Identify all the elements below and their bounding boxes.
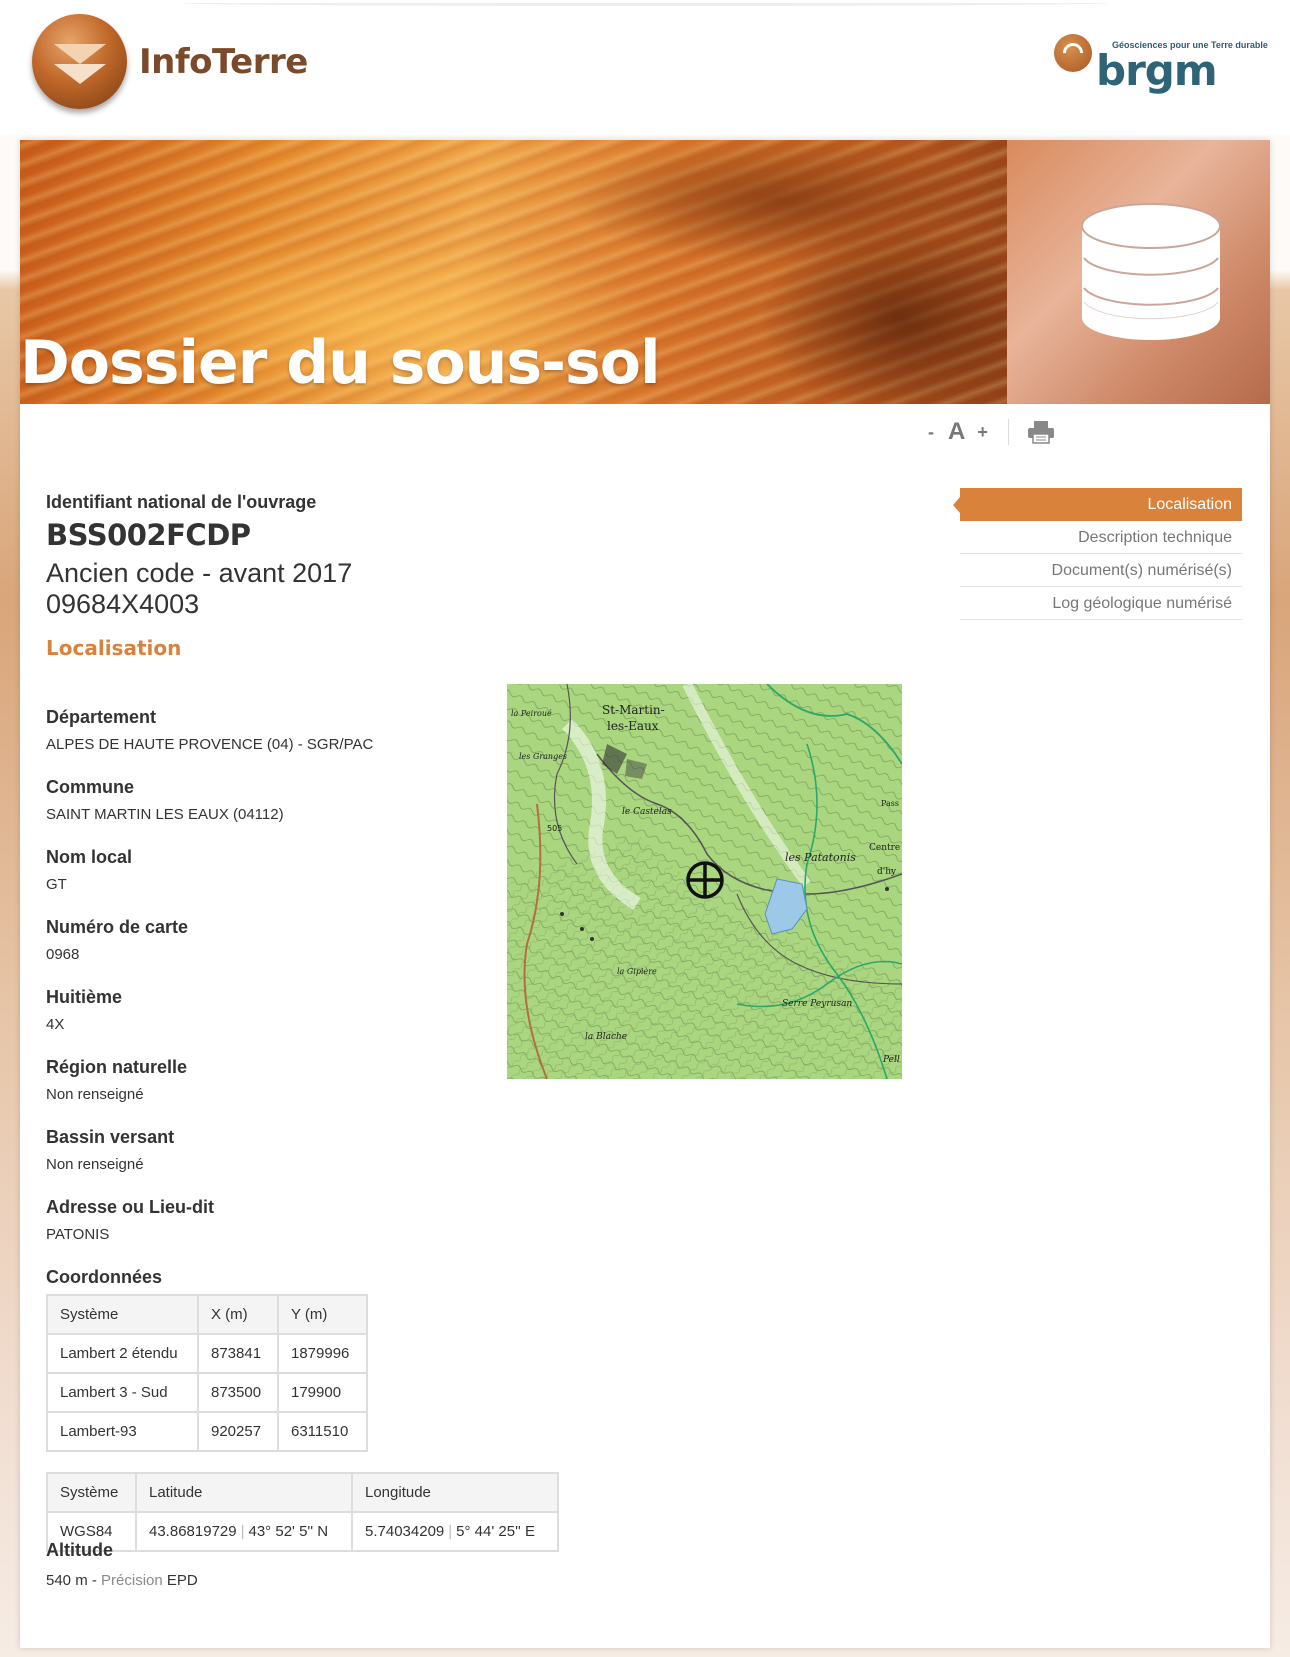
old-code-value: 09684X4003: [46, 589, 200, 619]
nav-item-localisation[interactable]: Localisation: [953, 488, 1242, 521]
location-map[interactable]: St-Martin- les-Eaux la Peiroué les Grang…: [507, 684, 902, 1079]
table-row: Lambert-93 920257 6311510: [46, 1411, 368, 1452]
location-marker-icon: [686, 861, 724, 899]
table-row: Lambert 2 étendu 873841 1879996: [46, 1333, 368, 1374]
ouvrage-id-value: BSS002FCDP: [46, 518, 251, 552]
map-label-dhy: d'hy: [877, 867, 897, 877]
map-label-granges: les Granges: [519, 752, 567, 761]
decrease-font-button[interactable]: -: [928, 422, 934, 443]
brgm-logo-text: brgm: [1096, 46, 1218, 95]
field-value-bassin-versant: Non renseigné: [46, 1156, 144, 1173]
field-label-adresse: Adresse ou Lieu-dit: [46, 1197, 215, 1217]
header-arc-decoration: [180, 0, 1110, 6]
precision-value: EPD: [166, 1572, 198, 1589]
map-label-gipiere: la Gipière: [617, 967, 657, 976]
infoterre-logo-icon: [32, 14, 127, 109]
table-cell: 6311510: [277, 1411, 368, 1452]
toolbar: - A +: [928, 414, 1055, 450]
map-label-st-martin: St-Martin-: [602, 703, 665, 717]
altitude-label: Altitude: [46, 1540, 113, 1560]
table-row: WGS84 43.86819729 | 43° 52' 5'' N 5.740342…: [46, 1511, 559, 1552]
field-value-nom-local: GT: [46, 876, 67, 893]
table-header: Latitude: [135, 1472, 353, 1513]
precision-label: Précision: [101, 1572, 163, 1589]
table-header: Système: [46, 1294, 199, 1335]
table-header: Système: [46, 1472, 137, 1513]
fields-list: Département ALPES DE HAUTE PROVENCE (04)…: [46, 702, 486, 1292]
ouvrage-id-label: Identifiant national de l'ouvrage: [46, 492, 317, 512]
table-header-row: Système Latitude Longitude: [46, 1472, 559, 1513]
map-label-peiroue: la Peiroué: [511, 709, 552, 718]
altitude-separator: -: [87, 1572, 102, 1589]
map-label-505: 505: [547, 824, 562, 833]
table-cell: 1879996: [277, 1333, 368, 1374]
nav-item-description-technique[interactable]: Description technique: [960, 521, 1242, 554]
table-cell: 873500: [197, 1372, 279, 1413]
map-label-castelas: le Castelas: [622, 807, 672, 817]
table-cell: 920257: [197, 1411, 279, 1452]
side-nav: Localisation Description technique Docum…: [953, 488, 1242, 620]
map-label-les-eaux: les-Eaux: [607, 719, 659, 733]
table-header: X (m): [197, 1294, 279, 1335]
brgm-logo[interactable]: Géosciences pour une Terre durable brgm: [1052, 30, 1268, 105]
longitude-decimal: 5.74034209: [365, 1523, 445, 1540]
table-header-row: Système X (m) Y (m): [46, 1294, 368, 1335]
field-label-coordonnees: Coordonnées: [46, 1267, 163, 1287]
table-header: Longitude: [351, 1472, 559, 1513]
map-label-blache: la Blache: [585, 1032, 627, 1042]
table-cell: Lambert-93: [46, 1411, 199, 1452]
section-heading: Localisation: [46, 636, 182, 660]
value-separator: |: [240, 1523, 245, 1540]
nav-item-documents-numerises[interactable]: Document(s) numérisé(s): [960, 554, 1242, 587]
table-row: Lambert 3 - Sud 873500 179900: [46, 1372, 368, 1413]
field-value-commune: SAINT MARTIN LES EAUX (04112): [46, 806, 284, 823]
field-label-commune: Commune: [46, 777, 135, 797]
map-label-serre: Serre Peyrusan: [782, 999, 852, 1009]
database-icon: [1081, 203, 1221, 340]
table-cell: 179900: [277, 1372, 368, 1413]
latitude-decimal: 43.86819729: [149, 1523, 237, 1540]
field-value-huitieme: 4X: [46, 1016, 65, 1033]
value-separator: |: [448, 1523, 453, 1540]
field-value-numero-carte: 0968: [46, 946, 80, 963]
banner: Dossier du sous-sol: [20, 140, 1270, 404]
coords-table: Système X (m) Y (m) Lambert 2 étendu 873…: [46, 1294, 368, 1452]
field-label-departement: Département: [46, 707, 157, 727]
field-value-adresse: PATONIS: [46, 1226, 110, 1243]
font-size-icon: A: [948, 418, 966, 445]
infoterre-logo-text: InfoTerre: [139, 41, 308, 82]
print-icon[interactable]: [1027, 420, 1055, 444]
increase-font-button[interactable]: +: [977, 422, 988, 443]
altitude-value-line: 540 m - Précision EPD: [46, 1572, 198, 1589]
field-label-numero-carte: Numéro de carte: [46, 917, 189, 937]
main-card: Dossier du sous-sol - A + Identifiant na…: [20, 140, 1270, 1648]
wgs-table: Système Latitude Longitude WGS84 43.8681…: [46, 1472, 559, 1552]
site-header: InfoTerre Géosciences pour une Terre dur…: [0, 0, 1290, 135]
table-cell: 873841: [197, 1333, 279, 1374]
map-label-pell: Pell: [882, 1055, 900, 1065]
field-value-region-naturelle: Non renseigné: [46, 1086, 144, 1103]
page-title: Dossier du sous-sol: [20, 328, 661, 398]
field-label-bassin-versant: Bassin versant: [46, 1127, 175, 1147]
latitude-cell: 43.86819729 | 43° 52' 5'' N: [135, 1511, 353, 1552]
toolbar-divider: [1007, 419, 1009, 445]
infoterre-logo[interactable]: InfoTerre: [32, 14, 308, 109]
table-cell: Lambert 2 étendu: [46, 1333, 199, 1374]
altitude-value: 540 m: [46, 1572, 88, 1589]
longitude-cell: 5.74034209 | 5° 44' 25'' E: [351, 1511, 559, 1552]
field-value-departement: ALPES DE HAUTE PROVENCE (04) - SGR/PAC: [46, 736, 374, 753]
map-label-patatonis: les Patatonis: [785, 851, 856, 864]
old-code-label: Ancien code - avant 2017: [46, 558, 353, 588]
map-label-pass: Pass: [881, 799, 899, 808]
table-header: Y (m): [277, 1294, 368, 1335]
map-label-centre: Centre: [869, 843, 900, 853]
latitude-dms: 43° 52' 5'' N: [248, 1523, 329, 1540]
nav-item-log-geologique[interactable]: Log géologique numérisé: [960, 587, 1242, 620]
table-cell: Lambert 3 - Sud: [46, 1372, 199, 1413]
field-label-nom-local: Nom local: [46, 847, 133, 867]
brgm-logo-icon: [1054, 34, 1092, 72]
field-label-huitieme: Huitième: [46, 987, 123, 1007]
field-label-region-naturelle: Région naturelle: [46, 1057, 188, 1077]
longitude-dms: 5° 44' 25'' E: [456, 1523, 535, 1540]
